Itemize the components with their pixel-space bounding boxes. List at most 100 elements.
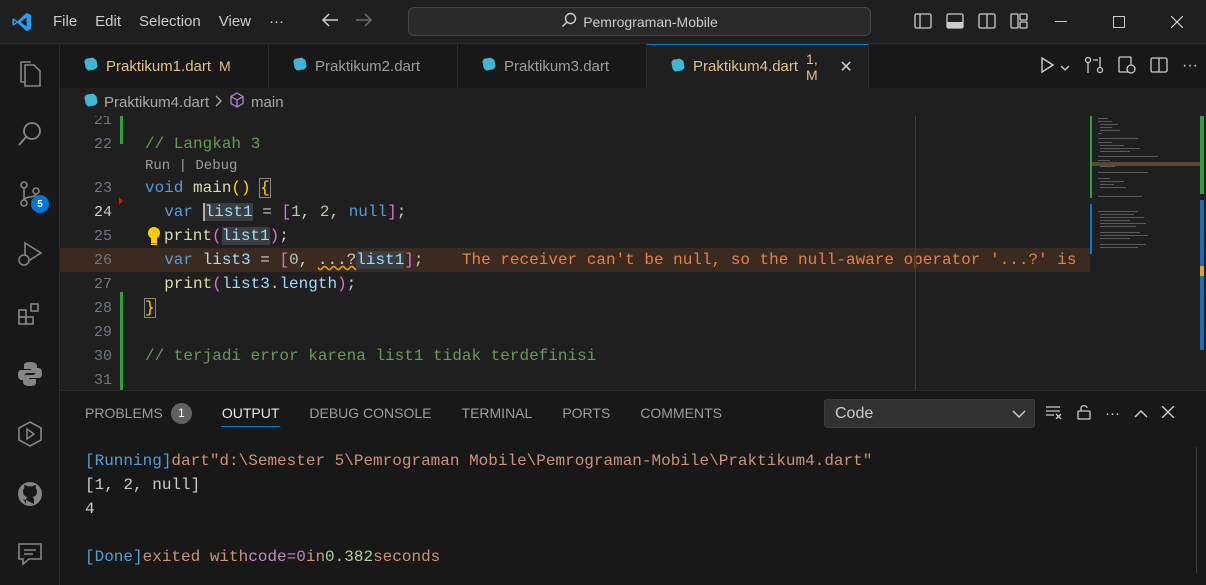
minimize-icon[interactable] xyxy=(1032,0,1090,44)
tab-problems[interactable]: PROBLEMS 1 xyxy=(60,391,207,435)
code-text: print(list1); xyxy=(164,227,289,245)
tab-praktikum4[interactable]: Praktikum4.dart 1, M ✕ xyxy=(647,44,869,88)
line-number: 25 xyxy=(93,227,112,245)
tab-label: Praktikum3.dart xyxy=(504,57,610,75)
run-debug-icon[interactable] xyxy=(0,224,60,284)
code-line: 22 // Langkah 3 xyxy=(60,132,1090,156)
tab-output[interactable]: OUTPUT xyxy=(207,391,295,435)
activity-bar: 5 xyxy=(0,44,60,585)
close-tab-icon[interactable]: ✕ xyxy=(838,58,854,76)
output-channel-select[interactable]: Code xyxy=(824,399,1035,428)
menu-file[interactable]: File xyxy=(44,0,86,44)
compare-changes-icon[interactable] xyxy=(1084,56,1104,77)
panel-scrollbar[interactable] xyxy=(1192,435,1206,585)
github-icon[interactable] xyxy=(0,464,60,524)
lightbulb-icon[interactable] xyxy=(146,226,162,250)
search-icon[interactable] xyxy=(0,104,60,164)
close-panel-icon[interactable] xyxy=(1161,405,1175,421)
dart-file-icon xyxy=(84,93,98,111)
toggle-sidebar-icon[interactable] xyxy=(914,12,932,32)
code-line: 25 print(list1); xyxy=(60,224,1090,248)
output-line: [Done] exited with code=0 in 0.382 secon… xyxy=(85,548,441,566)
tab-label: TERMINAL xyxy=(461,405,533,421)
tab-terminal[interactable]: TERMINAL xyxy=(447,391,548,435)
tab-status: M xyxy=(219,58,231,74)
tab-label: Praktikum1.dart xyxy=(106,57,212,75)
minimap[interactable] xyxy=(1090,116,1206,390)
code-line: 23 void main() { xyxy=(60,176,1090,200)
breadcrumb-symbol[interactable]: main xyxy=(251,94,284,111)
code-text: print(list3.length); xyxy=(164,275,357,293)
tab-praktikum1[interactable]: Praktikum1.dart M xyxy=(60,44,269,88)
python-icon[interactable] xyxy=(0,344,60,404)
code-text: var list3 = [0, ...?list1]; The receiver… xyxy=(164,251,1077,269)
dart-file-icon xyxy=(84,57,98,75)
code-line: 27 print(list3.length); xyxy=(60,272,1090,296)
code-comment: // terjadi error karena list1 tidak terd… xyxy=(145,347,597,365)
remote-explorer-icon[interactable] xyxy=(0,404,60,464)
tab-label: DEBUG CONSOLE xyxy=(309,405,432,421)
line-number: 21 xyxy=(93,116,112,129)
menu-more[interactable]: ··· xyxy=(260,0,293,44)
run-icon[interactable] xyxy=(1040,56,1055,76)
panel-tabs: PROBLEMS 1 OUTPUT DEBUG CONSOLE TERMINAL… xyxy=(60,391,737,435)
customize-layout-icon[interactable] xyxy=(1010,12,1028,32)
breadcrumb: Praktikum4.dart main xyxy=(60,88,1206,116)
chevron-right-icon xyxy=(215,94,223,111)
maximize-panel-icon[interactable] xyxy=(1134,406,1148,421)
vscode-logo-icon xyxy=(0,0,44,44)
explorer-icon[interactable] xyxy=(0,44,60,104)
line-number: 29 xyxy=(93,323,112,341)
tab-label: COMMENTS xyxy=(640,405,722,421)
more-actions-icon[interactable]: ··· xyxy=(1105,405,1120,422)
open-changes-icon[interactable] xyxy=(1118,55,1136,77)
back-arrow-icon[interactable] xyxy=(321,13,339,30)
code-line: 29 xyxy=(60,320,1090,344)
panel-actions: ··· xyxy=(1045,399,1175,428)
toggle-secondary-sidebar-icon[interactable] xyxy=(978,12,996,32)
tab-status: 1, M xyxy=(806,50,818,83)
close-window-icon[interactable] xyxy=(1148,0,1206,44)
comments-icon[interactable] xyxy=(0,524,60,584)
lock-scroll-icon[interactable] xyxy=(1077,404,1091,423)
menu-selection[interactable]: Selection xyxy=(130,0,210,44)
tab-label: PROBLEMS xyxy=(85,405,163,421)
toggle-panel-icon[interactable] xyxy=(946,12,964,32)
tab-label: OUTPUT xyxy=(221,405,280,421)
output-log[interactable]: [Running] dart "d:\Semester 5\Pemrograma… xyxy=(60,449,1190,569)
tab-label: PORTS xyxy=(562,405,611,421)
chevron-down-icon[interactable] xyxy=(1060,59,1070,74)
search-icon xyxy=(561,12,577,31)
code-editor[interactable]: 21 22 // Langkah 3 Run | Debug 23 void m… xyxy=(60,116,1206,390)
tab-debug-console[interactable]: DEBUG CONSOLE xyxy=(294,391,446,435)
tab-ports[interactable]: PORTS xyxy=(547,391,625,435)
breadcrumb-file[interactable]: Praktikum4.dart xyxy=(104,94,209,111)
codelens-run-debug[interactable]: Run | Debug xyxy=(145,158,237,174)
ruler-line xyxy=(915,116,916,390)
menu-view[interactable]: View xyxy=(210,0,260,44)
tab-praktikum3[interactable]: Praktikum3.dart xyxy=(458,44,647,88)
output-line: [Running] dart "d:\Semester 5\Pemrograma… xyxy=(85,452,873,470)
split-editor-icon[interactable] xyxy=(1150,56,1168,76)
tab-praktikum2[interactable]: Praktikum2.dart xyxy=(269,44,458,88)
forward-arrow-icon[interactable] xyxy=(355,13,373,30)
source-control-badge: 5 xyxy=(31,195,49,213)
maximize-icon[interactable] xyxy=(1090,0,1148,44)
search-text: Pemrograman-Mobile xyxy=(583,13,718,30)
tab-comments[interactable]: COMMENTS xyxy=(625,391,737,435)
editor-actions: ··· xyxy=(1040,44,1198,88)
extensions-icon[interactable] xyxy=(0,284,60,344)
breakpoint-hint-icon[interactable] xyxy=(118,194,124,205)
code-text: var list1 = [1, 2, null]; xyxy=(164,203,407,221)
code-text: void main() { xyxy=(145,178,271,198)
source-control-icon[interactable]: 5 xyxy=(0,164,60,224)
code-comment: // Langkah 3 xyxy=(145,135,261,153)
bottom-panel: PROBLEMS 1 OUTPUT DEBUG CONSOLE TERMINAL… xyxy=(60,390,1206,585)
menu-edit[interactable]: Edit xyxy=(86,0,130,44)
output-line: [1, 2, null] xyxy=(85,476,201,494)
command-center-search[interactable]: Pemrograman-Mobile xyxy=(408,7,871,36)
more-actions-icon[interactable]: ··· xyxy=(1182,57,1198,75)
clear-output-icon[interactable] xyxy=(1045,405,1063,422)
code-line: 28 } xyxy=(60,296,1090,320)
